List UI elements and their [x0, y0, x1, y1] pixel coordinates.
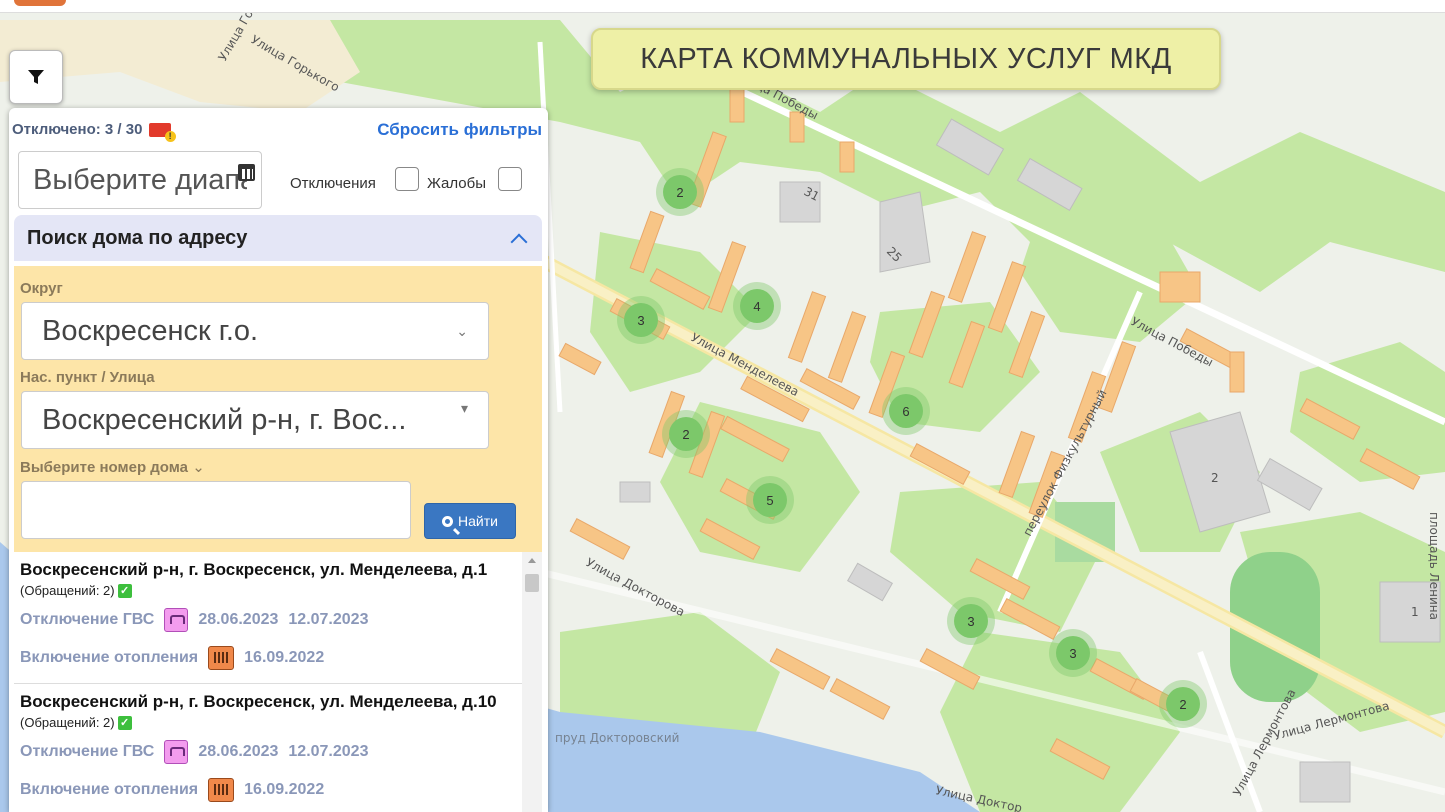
cluster-marker[interactable]: 3 [1049, 629, 1097, 677]
result-item[interactable]: Воскресенский р-н, г. Воскресенск, ул. М… [14, 684, 522, 812]
cluster-marker[interactable]: 5 [746, 476, 794, 524]
address-search-title: Поиск дома по адресу [27, 226, 248, 249]
cluster-count: 5 [766, 493, 773, 508]
district-select[interactable]: Воскресенск г.о. ⌄ [21, 302, 489, 360]
top-bar [0, 0, 1445, 13]
cluster-count: 4 [753, 299, 760, 314]
hot-water-tap-icon [164, 740, 189, 764]
check-icon: ✓ [117, 715, 132, 730]
reset-filters-link[interactable]: Сбросить фильтры [377, 120, 542, 140]
cluster-count: 6 [902, 404, 909, 419]
complaints-label: Жалобы [427, 175, 486, 192]
search-icon [442, 515, 454, 527]
district-value: Воскресенск г.о. [42, 314, 259, 347]
outages-checkbox[interactable] [395, 167, 419, 191]
street-label: площадь Ленина [1427, 512, 1441, 620]
result-address: Воскресенский р-н, г. Воскресенск, ул. М… [20, 692, 497, 711]
scroll-thumb[interactable] [525, 574, 539, 592]
complaints-checkbox[interactable] [498, 167, 522, 191]
cluster-marker[interactable]: 2 [1159, 680, 1207, 728]
cluster-marker[interactable]: 3 [617, 296, 665, 344]
event-heating: Включение отопления 16.09.2022 [20, 646, 324, 670]
result-appeals: (Обращений: 2) [20, 715, 115, 730]
outages-label: Отключения [290, 175, 376, 192]
radiator-icon [208, 778, 235, 802]
find-button-label: Найти [458, 513, 498, 529]
filter-toggle-button[interactable] [9, 50, 63, 104]
mail-alert-icon [148, 123, 176, 143]
find-button[interactable]: Найти [424, 503, 516, 539]
house-number-input[interactable] [21, 481, 411, 539]
district-label: Округ [20, 280, 63, 297]
cluster-marker[interactable]: 3 [947, 597, 995, 645]
cluster-marker[interactable]: 2 [656, 168, 704, 216]
address-search-body: Округ Воскресенск г.о. ⌄ Нас. пункт / Ул… [14, 266, 542, 552]
check-icon: ✓ [117, 583, 132, 598]
cluster-count: 3 [967, 614, 974, 629]
cluster-marker[interactable]: 6 [882, 387, 930, 435]
filter-icon [28, 70, 44, 84]
event-heating: Включение отопления 16.09.2022 [20, 778, 324, 802]
cluster-marker[interactable]: 2 [662, 410, 710, 458]
locality-select[interactable]: Воскресенский р-н, г. Вос... ▾ [21, 391, 489, 449]
result-address: Воскресенский р-н, г. Воскресенск, ул. М… [20, 560, 488, 579]
cluster-count: 2 [1179, 697, 1186, 712]
caret-down-icon: ▾ [460, 400, 468, 416]
chevron-down-icon: ⌄ [456, 322, 468, 339]
chevron-up-icon [510, 233, 528, 251]
results-list[interactable]: Воскресенский р-н, г. Воскресенск, ул. М… [14, 552, 522, 812]
address-search-header[interactable]: Поиск дома по адресу [14, 215, 542, 261]
calendar-icon[interactable] [238, 164, 255, 181]
street-label: пруд Докторовский [555, 731, 679, 745]
building-number: 2 [1211, 471, 1219, 485]
filter-panel: Отключено: 3 / 30 Сбросить фильтры Отклю… [9, 108, 548, 812]
scroll-up-icon[interactable] [528, 558, 536, 563]
result-appeals: (Обращений: 2) [20, 583, 115, 598]
hot-water-tap-icon [164, 608, 189, 632]
cluster-count: 3 [1069, 646, 1076, 661]
cluster-count: 2 [682, 427, 689, 442]
event-gvs: Отключение ГВС 28.06.2023 12.07.2023 [20, 608, 368, 632]
locality-label: Нас. пункт / Улица [20, 369, 155, 386]
locality-value: Воскресенский р-н, г. Вос... [42, 403, 407, 436]
building-number: 1 [1411, 605, 1419, 619]
cluster-count: 2 [676, 185, 683, 200]
result-item[interactable]: Воскресенский р-н, г. Воскресенск, ул. М… [14, 552, 522, 684]
event-gvs: Отключение ГВС 28.06.2023 12.07.2023 [20, 740, 368, 764]
radiator-icon [208, 646, 235, 670]
house-number-label[interactable]: Выберите номер дома ⌄ [20, 458, 205, 476]
cluster-marker[interactable]: 4 [733, 282, 781, 330]
logo [14, 0, 66, 6]
cluster-count: 3 [637, 313, 644, 328]
results-scrollbar[interactable] [522, 552, 542, 812]
disabled-counter: Отключено: 3 / 30 [12, 121, 176, 143]
map-title: КАРТА КОММУНАЛЬНЫХ УСЛУГ МКД [591, 28, 1221, 90]
date-range-input[interactable] [18, 151, 262, 209]
